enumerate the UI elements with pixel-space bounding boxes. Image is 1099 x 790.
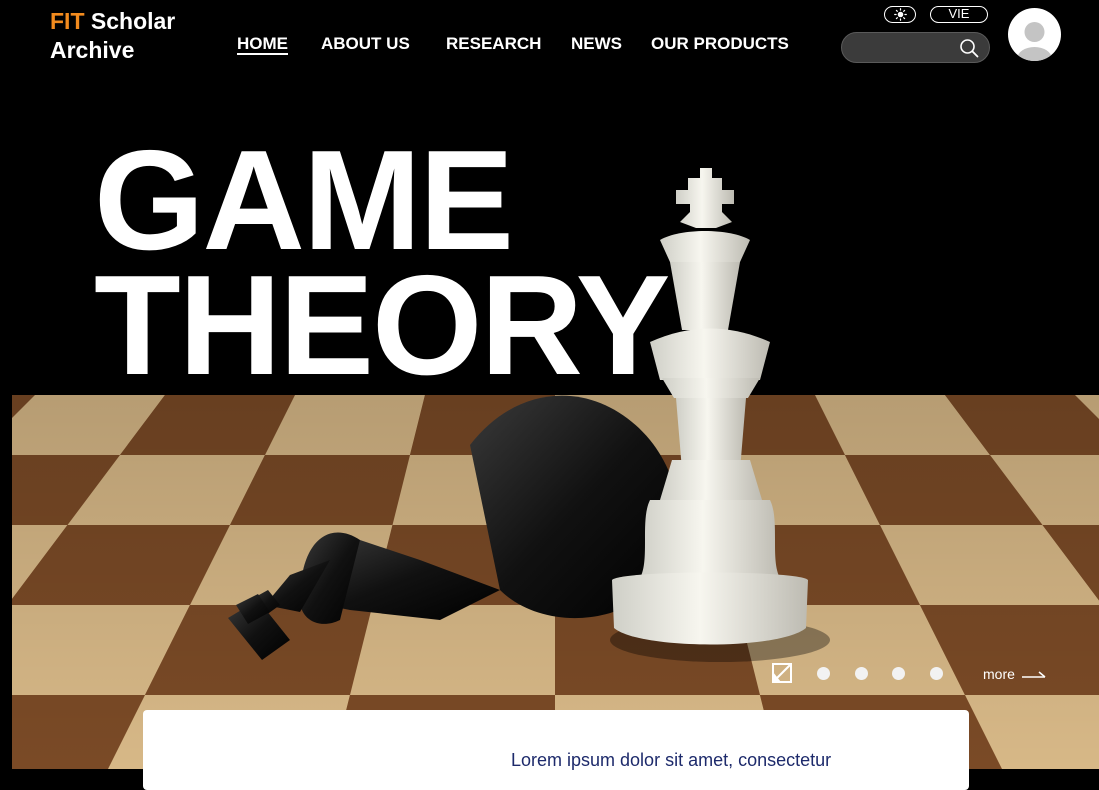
- carousel-dot-1[interactable]: [817, 667, 830, 680]
- carousel-dot-4[interactable]: [930, 667, 943, 680]
- long-arrow-right-icon: [1021, 670, 1047, 680]
- black-king-piece: [228, 396, 679, 660]
- carousel-dot-3[interactable]: [892, 667, 905, 680]
- more-link[interactable]: more: [983, 666, 1047, 682]
- intro-card: Lorem ipsum dolor sit amet, consectetur: [143, 710, 969, 790]
- more-label: more: [983, 666, 1015, 682]
- chess-pieces-graphic: [0, 0, 1099, 769]
- carousel-dot-2[interactable]: [855, 667, 868, 680]
- intro-card-text: Lorem ipsum dolor sit amet, consectetur: [511, 750, 831, 771]
- no-image-icon[interactable]: [771, 662, 793, 684]
